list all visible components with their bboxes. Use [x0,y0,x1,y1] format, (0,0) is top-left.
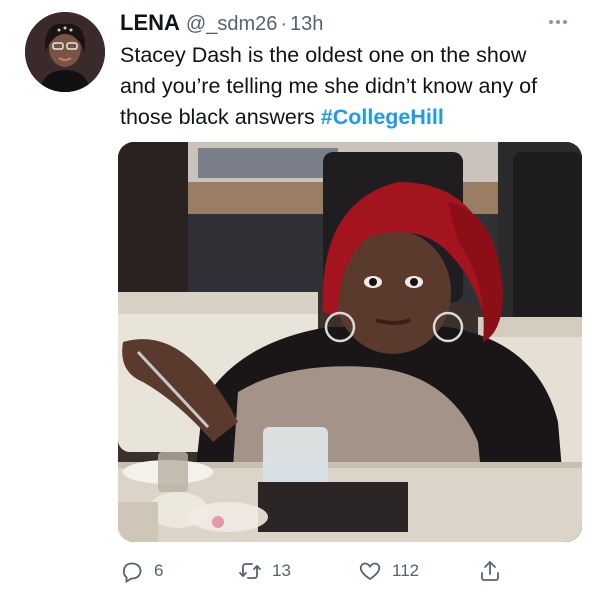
author-name[interactable]: LENA [120,10,180,36]
avatar[interactable] [25,12,105,92]
hashtag-link[interactable]: #CollegeHill [321,105,444,129]
tweet-header: LENA @_sdm26 · 13h [120,10,323,40]
retweet-icon [238,559,262,583]
timestamp[interactable]: 13h [290,13,323,36]
tweet-text-line: and you’re telling me she didn’t know an… [120,74,538,98]
heart-icon [358,559,382,583]
share-icon [478,559,502,583]
tweet-text: Stacey Dash is the oldest one on the sho… [120,40,585,133]
like-button[interactable]: 112 [358,556,419,586]
share-button[interactable] [478,556,502,586]
reply-button[interactable]: 6 [120,556,163,586]
reply-icon [120,559,144,583]
tweet-text-segment: those black answers [120,105,321,129]
tweet-media-image[interactable] [118,142,582,542]
author-handle[interactable]: @_sdm26 [186,13,277,36]
separator-dot: · [280,13,288,35]
retweet-count: 13 [272,561,291,580]
retweet-button[interactable]: 13 [238,556,291,586]
like-count: 112 [392,561,420,580]
reply-count: 6 [154,561,164,580]
more-dots-icon[interactable] [543,12,573,32]
tweet-card[interactable]: LENA @_sdm26 · 13h Stacey Dash is the ol… [0,0,595,592]
tweet-text-line: those black answers #CollegeHill [120,102,585,133]
tweet-text-line: Stacey Dash is the oldest one on the sho… [120,43,527,67]
tweet-actions: 6 13 112 [120,556,560,586]
